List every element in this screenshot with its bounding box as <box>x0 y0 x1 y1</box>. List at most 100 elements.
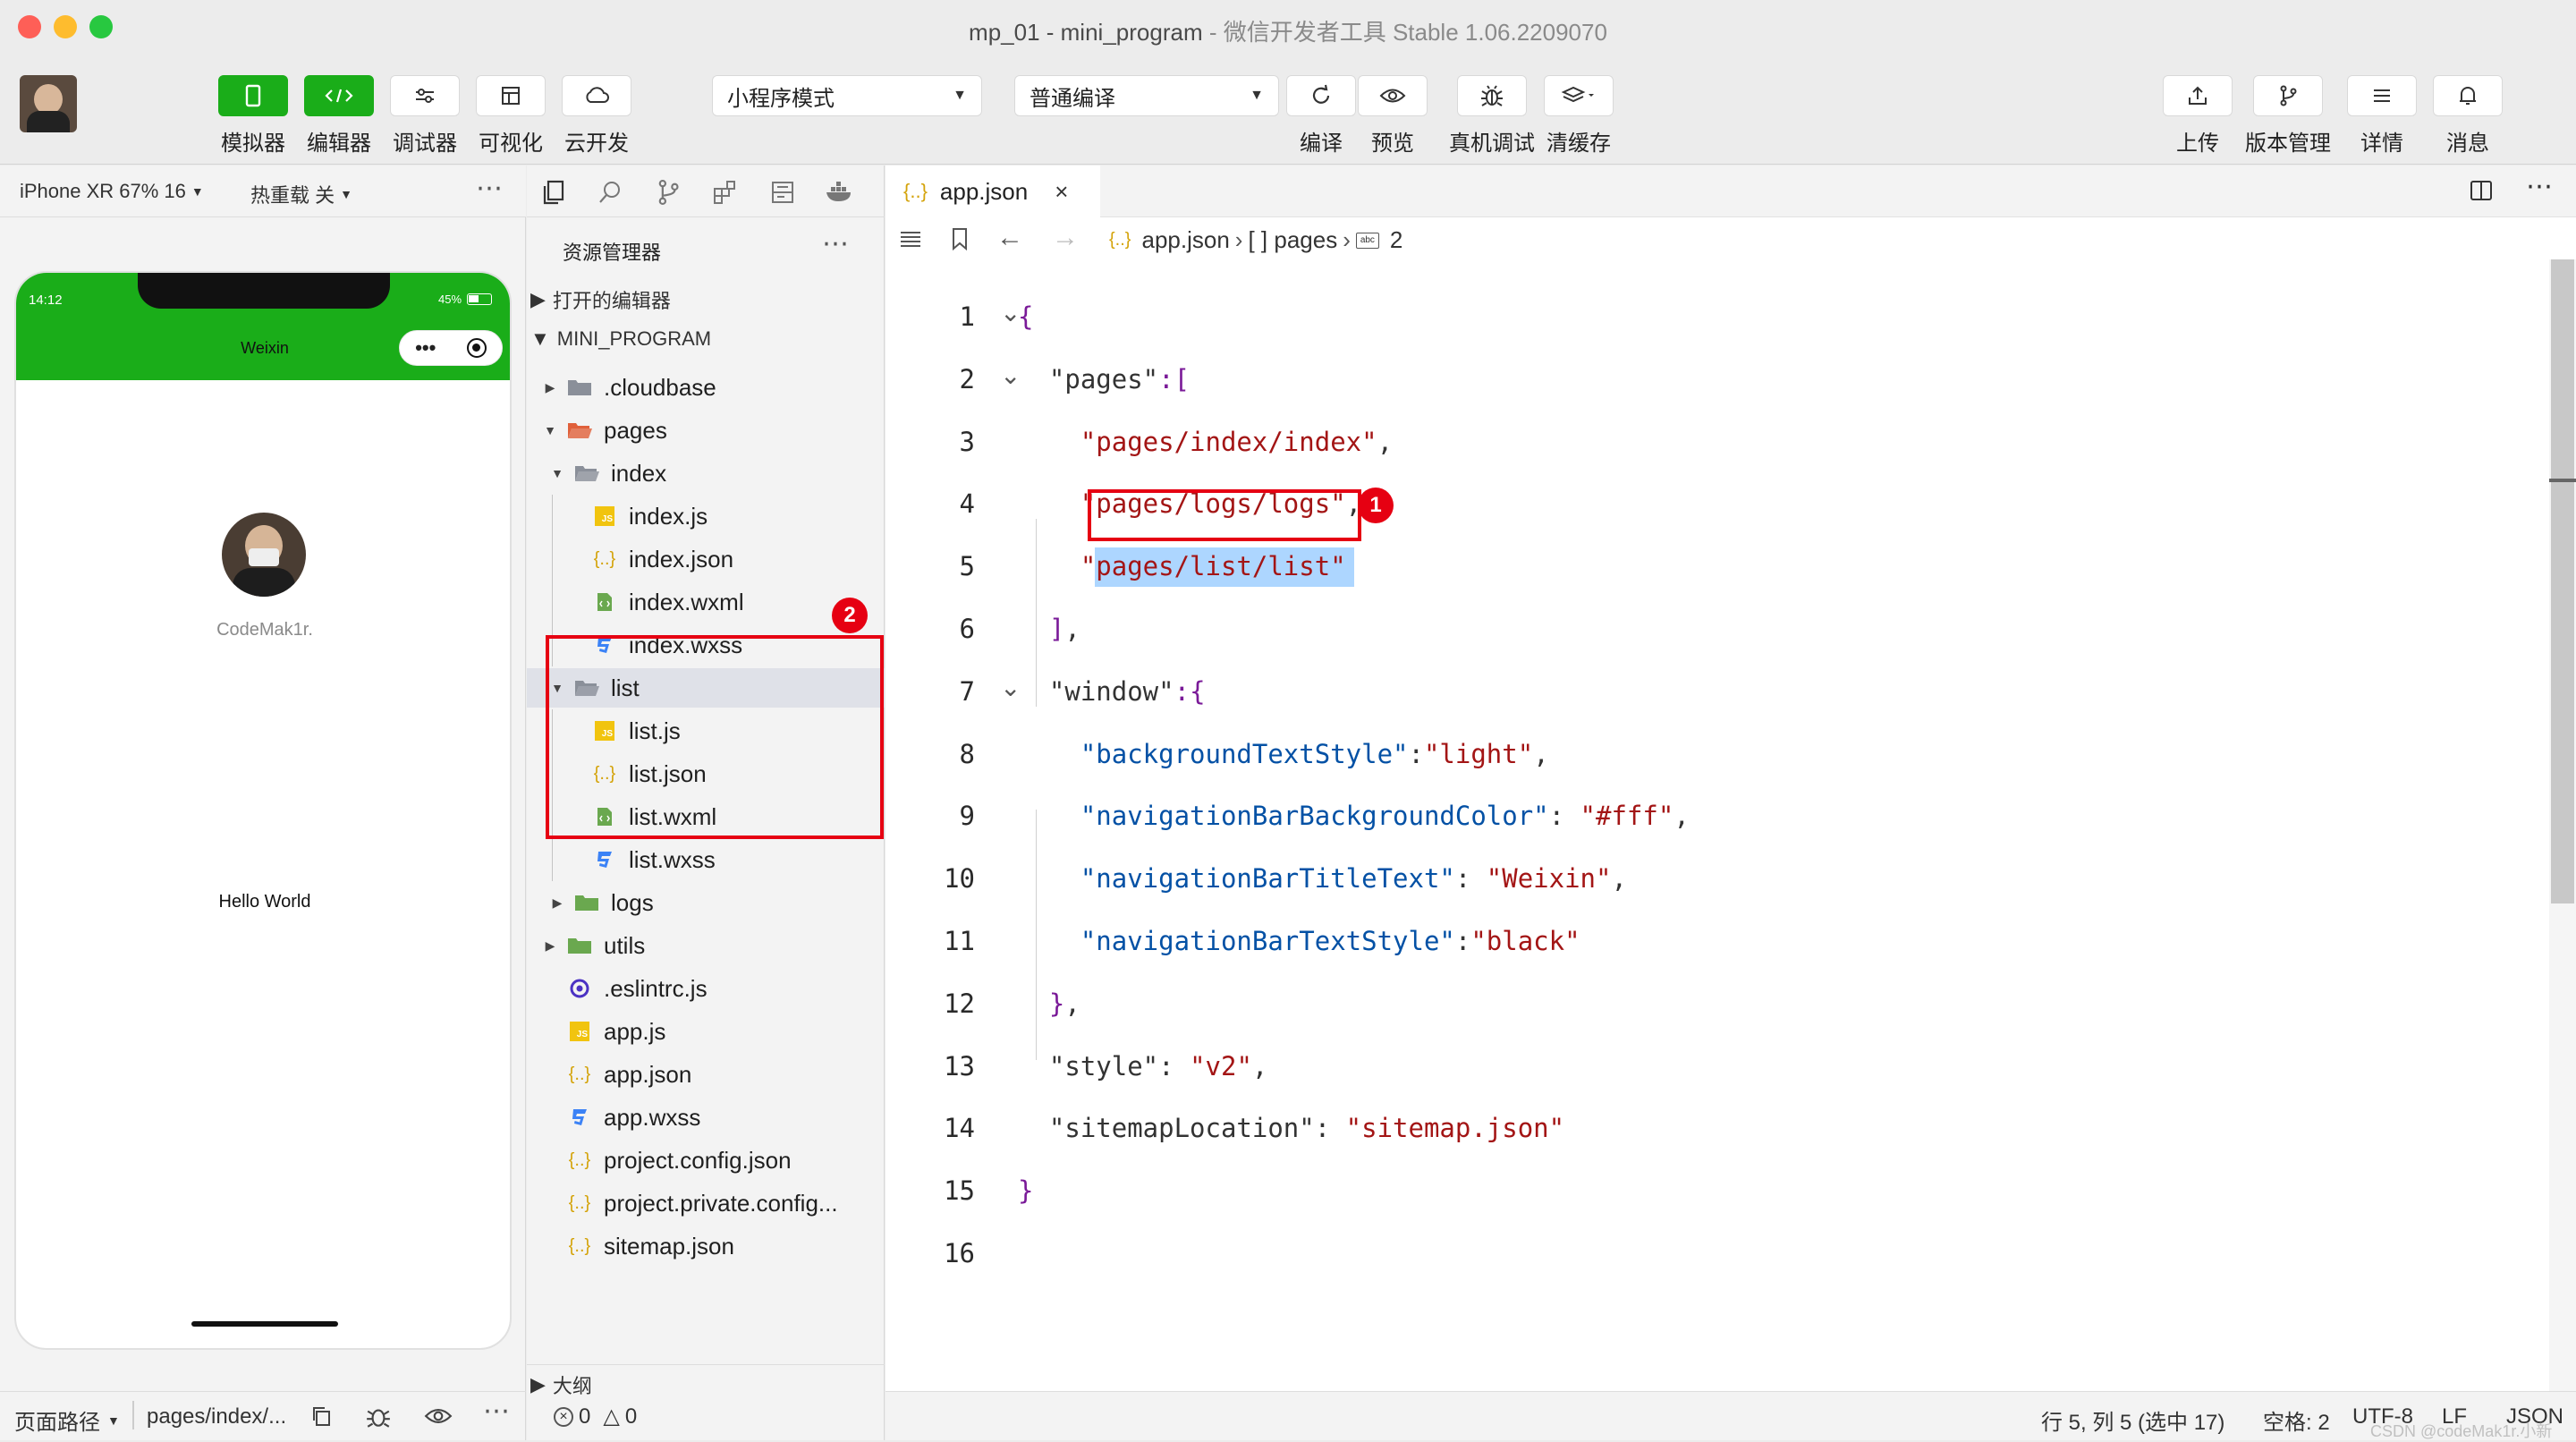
editor-button[interactable]: 编辑器 <box>304 75 374 157</box>
breadcrumb-path: {..} app.json › [ ] pages › abc 2 <box>1109 226 1402 254</box>
list-icon[interactable] <box>898 228 923 256</box>
project-section[interactable]: ▼ MINI_PROGRAM <box>527 319 885 359</box>
copy-icon[interactable] <box>309 1404 333 1434</box>
user-avatar[interactable] <box>20 75 77 132</box>
json-file-icon: {..} <box>903 180 928 202</box>
cloud-dev-button[interactable]: 云开发 <box>562 75 631 157</box>
tree-item-label: .eslintrc.js <box>604 974 708 1002</box>
tree-item[interactable]: .eslintrc.js <box>527 969 885 1008</box>
close-tab-icon[interactable]: × <box>1055 178 1068 206</box>
folder-icon <box>573 891 600 914</box>
code-token: , <box>1251 1050 1268 1082</box>
chevron-right-icon: › <box>1234 226 1243 253</box>
messages-button[interactable]: 消息 <box>2433 75 2503 157</box>
forward-arrow-icon[interactable]: → <box>1052 223 1079 253</box>
extensions-icon[interactable] <box>711 178 740 211</box>
tree-item[interactable]: ▶ .cloudbase <box>527 368 885 407</box>
indent-guide <box>1036 810 1037 1060</box>
files-icon[interactable] <box>539 178 568 211</box>
status-bar: 行 5, 列 5 (选中 17) 空格: 2 UTF-8 LF JSON CSD… <box>886 1391 2576 1440</box>
line-number: 3 <box>959 426 975 457</box>
compile-button[interactable]: 编译 <box>1286 75 1356 157</box>
code-token: :[ <box>1158 363 1191 394</box>
code-line: "navigationBarTextStyle":"black" <box>1018 926 1580 956</box>
problems-indicator[interactable]: × 0 △ 0 <box>554 1404 637 1429</box>
status-time: 14:12 <box>29 293 63 308</box>
source-control-icon[interactable] <box>654 178 682 211</box>
tree-item[interactable]: {..} project.config.json <box>527 1141 885 1180</box>
tree-item[interactable]: {..} project.private.config... <box>527 1183 885 1223</box>
line-number: 12 <box>944 988 975 1019</box>
more-icon[interactable]: ⋯ <box>476 173 503 204</box>
bookmark-icon[interactable] <box>950 226 970 258</box>
tree-item[interactable]: JS index.js <box>527 496 885 536</box>
more-icon[interactable]: ⋯ <box>822 228 849 259</box>
indentation[interactable]: 空格: 2 <box>2263 1404 2330 1436</box>
back-arrow-icon[interactable]: ← <box>996 223 1023 253</box>
tab-app-json[interactable]: {..} app.json × <box>886 165 1100 217</box>
version-control-button[interactable]: 版本管理 <box>2245 75 2331 157</box>
visualize-button[interactable]: 可视化 <box>476 75 546 157</box>
hot-reload-select[interactable]: 热重载 关 ▼ <box>250 180 352 208</box>
preview-button[interactable]: 预览 <box>1358 75 1428 157</box>
caret-down-icon: ▼ <box>1250 88 1264 103</box>
code-token: "pages/index/index" <box>1018 426 1377 457</box>
tree-item-label: app.js <box>604 1017 666 1045</box>
code-token: "navigationBarTextStyle" <box>1018 926 1455 956</box>
details-button[interactable]: 详情 <box>2347 75 2417 157</box>
clear-cache-button[interactable]: 清缓存 <box>1544 75 1614 157</box>
simulator-button[interactable]: 模拟器 <box>218 75 288 157</box>
mode-select[interactable]: 小程序模式 ▼ <box>712 75 982 116</box>
activity-bar <box>527 165 885 217</box>
bug-icon[interactable] <box>365 1403 392 1436</box>
tree-item[interactable]: {..} app.json <box>527 1055 885 1094</box>
eye-icon[interactable] <box>424 1406 453 1432</box>
more-icon[interactable]: ⋯ <box>483 1395 510 1427</box>
tree-item[interactable]: list.wxss <box>527 840 885 879</box>
storage-icon[interactable] <box>768 178 797 211</box>
outline-section[interactable]: ▶ 大纲 <box>527 1364 885 1404</box>
docker-icon[interactable] <box>824 178 856 211</box>
code-token: , <box>1674 801 1690 832</box>
scrollbar-thumb[interactable] <box>2551 259 2574 903</box>
open-editors-section[interactable]: ▶ 打开的编辑器 <box>527 280 885 319</box>
tree-item[interactable]: index.wxml <box>527 582 885 622</box>
chevron-right-icon: › <box>1343 226 1351 253</box>
tree-item[interactable]: ▶ logs <box>527 883 885 922</box>
tree-item[interactable]: app.wxss <box>527 1098 885 1137</box>
tree-item[interactable]: ▶ utils <box>527 926 885 965</box>
page-path-select[interactable]: 页面路径 ▼ <box>14 1404 120 1436</box>
vertical-scrollbar[interactable] <box>2549 259 2576 1391</box>
code-token: , <box>1064 988 1080 1019</box>
remote-debug-button[interactable]: 真机调试 <box>1449 75 1535 157</box>
chevron-right-icon: ▶ <box>545 937 555 953</box>
capsule-close-icon[interactable] <box>466 338 487 358</box>
device-select[interactable]: iPhone XR 67% 16 ▼ <box>20 180 204 203</box>
breadcrumb-item[interactable]: app.json <box>1141 226 1229 254</box>
code-token: , <box>1064 614 1080 644</box>
more-icon[interactable]: ⋯ <box>2526 171 2553 202</box>
indent-guide <box>1036 519 1037 707</box>
search-icon[interactable] <box>597 178 625 211</box>
tree-item[interactable]: JS app.js <box>527 1012 885 1051</box>
upload-button[interactable]: 上传 <box>2163 75 2233 157</box>
tree-item[interactable]: {..} sitemap.json <box>527 1226 885 1266</box>
code-token: "black" <box>1470 926 1580 956</box>
tree-item[interactable]: ▼ pages <box>527 411 885 450</box>
capsule-more-icon[interactable]: ••• <box>415 338 436 358</box>
debugger-button[interactable]: 调试器 <box>390 75 460 157</box>
tree-item[interactable]: {..} index.json <box>527 539 885 579</box>
cursor-position[interactable]: 行 5, 列 5 (选中 17) <box>2041 1404 2224 1436</box>
phone-notch <box>138 273 390 309</box>
watermark: CSDN @codeMak1r.小新 <box>2370 1422 2553 1440</box>
split-editor-icon[interactable] <box>2469 178 2494 208</box>
highlight-box-code <box>1088 489 1361 541</box>
breadcrumb-item[interactable]: 2 <box>1390 226 1402 254</box>
code-line: "window":{ <box>1018 676 1206 707</box>
breadcrumb-item[interactable]: [ ] pages <box>1248 226 1337 254</box>
chevron-right-icon: ▶ <box>530 288 546 310</box>
compile-mode-select[interactable]: 普通编译 ▼ <box>1014 75 1279 116</box>
folder-open-icon <box>573 462 600 485</box>
code-editor: {..} app.json × ⋯ ← → {..} app.json › [ … <box>886 165 2576 1391</box>
tree-item[interactable]: ▼ index <box>527 454 885 493</box>
